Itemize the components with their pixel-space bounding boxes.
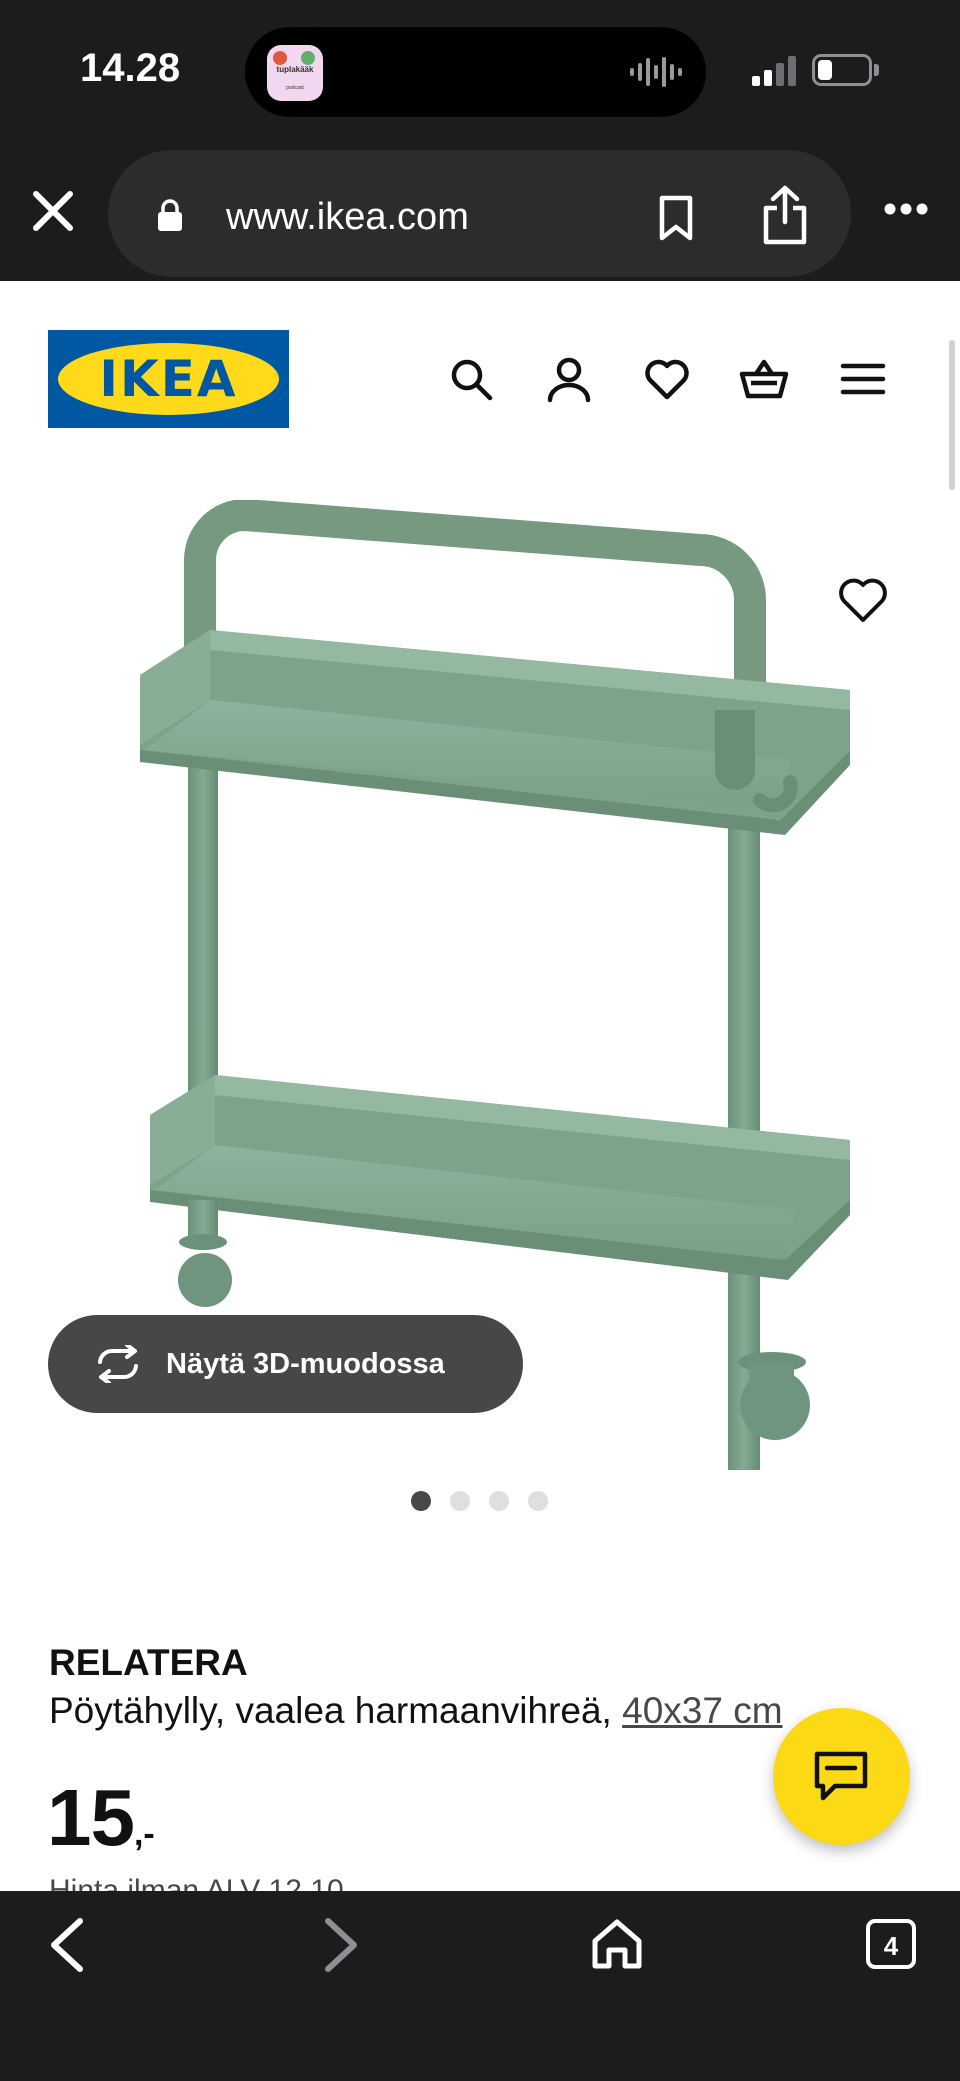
view-3d-button[interactable]: Näytä 3D-muodossa xyxy=(48,1315,523,1413)
url-text[interactable]: www.ikea.com xyxy=(226,196,469,239)
cellular-signal-icon xyxy=(752,54,796,86)
product-description: Pöytähylly, vaalea harmaanvihreä, 40x37 … xyxy=(49,1690,783,1732)
rotate-3d-icon xyxy=(98,1345,138,1383)
audio-wave-icon xyxy=(630,53,682,91)
browser-bar: www.ikea.com xyxy=(0,140,960,281)
search-icon[interactable] xyxy=(446,354,496,404)
price-main: 15 xyxy=(47,1773,135,1862)
lock-icon xyxy=(158,199,182,231)
price-suffix: ,- xyxy=(133,1815,155,1853)
chat-button[interactable] xyxy=(773,1708,910,1845)
back-icon[interactable] xyxy=(44,1915,90,1975)
island-app-sub: podcast xyxy=(286,85,304,91)
menu-icon[interactable] xyxy=(838,354,888,404)
bookmark-icon[interactable] xyxy=(656,194,696,242)
more-icon[interactable] xyxy=(884,202,928,216)
product-name: RELATERA xyxy=(49,1642,248,1683)
scroll-indicator[interactable] xyxy=(949,340,955,490)
tabs-button[interactable]: 4 xyxy=(866,1919,916,1969)
address-bar[interactable]: www.ikea.com xyxy=(108,150,851,277)
chat-icon xyxy=(814,1751,868,1801)
status-time: 14.28 xyxy=(80,46,181,90)
status-bar: 14.28 tuplakääk podcast xyxy=(0,0,960,140)
ikea-logo[interactable]: IKEA ® xyxy=(48,330,289,428)
image-carousel-dots[interactable] xyxy=(411,1491,548,1511)
product-description-text: Pöytähylly, vaalea harmaanvihreä, xyxy=(49,1690,623,1731)
island-app-name: tuplakääk xyxy=(276,65,314,74)
carousel-dot[interactable] xyxy=(450,1491,470,1511)
product-dimensions-link[interactable]: 40x37 cm xyxy=(622,1690,782,1731)
close-icon[interactable] xyxy=(28,186,78,236)
logo-text: IKEA xyxy=(99,350,238,408)
forward-icon[interactable] xyxy=(318,1915,364,1975)
tab-count: 4 xyxy=(883,1931,899,1961)
view-3d-label: Näytä 3D-muodossa xyxy=(166,1348,445,1380)
browser-toolbar: 4 xyxy=(0,1891,960,2081)
add-to-favourites-icon[interactable] xyxy=(836,575,890,625)
cart-icon[interactable] xyxy=(739,354,789,404)
carousel-dot[interactable] xyxy=(411,1491,431,1511)
account-icon[interactable] xyxy=(544,354,594,404)
island-app-icon: tuplakääk podcast xyxy=(267,45,323,101)
home-icon[interactable] xyxy=(590,1917,644,1971)
dynamic-island[interactable]: tuplakääk podcast xyxy=(245,27,706,117)
carousel-dot[interactable] xyxy=(528,1491,548,1511)
carousel-dot[interactable] xyxy=(489,1491,509,1511)
favourites-icon[interactable] xyxy=(642,354,692,404)
product-price: 15,- xyxy=(47,1772,155,1864)
battery-icon xyxy=(812,54,872,86)
share-icon[interactable] xyxy=(760,184,810,246)
